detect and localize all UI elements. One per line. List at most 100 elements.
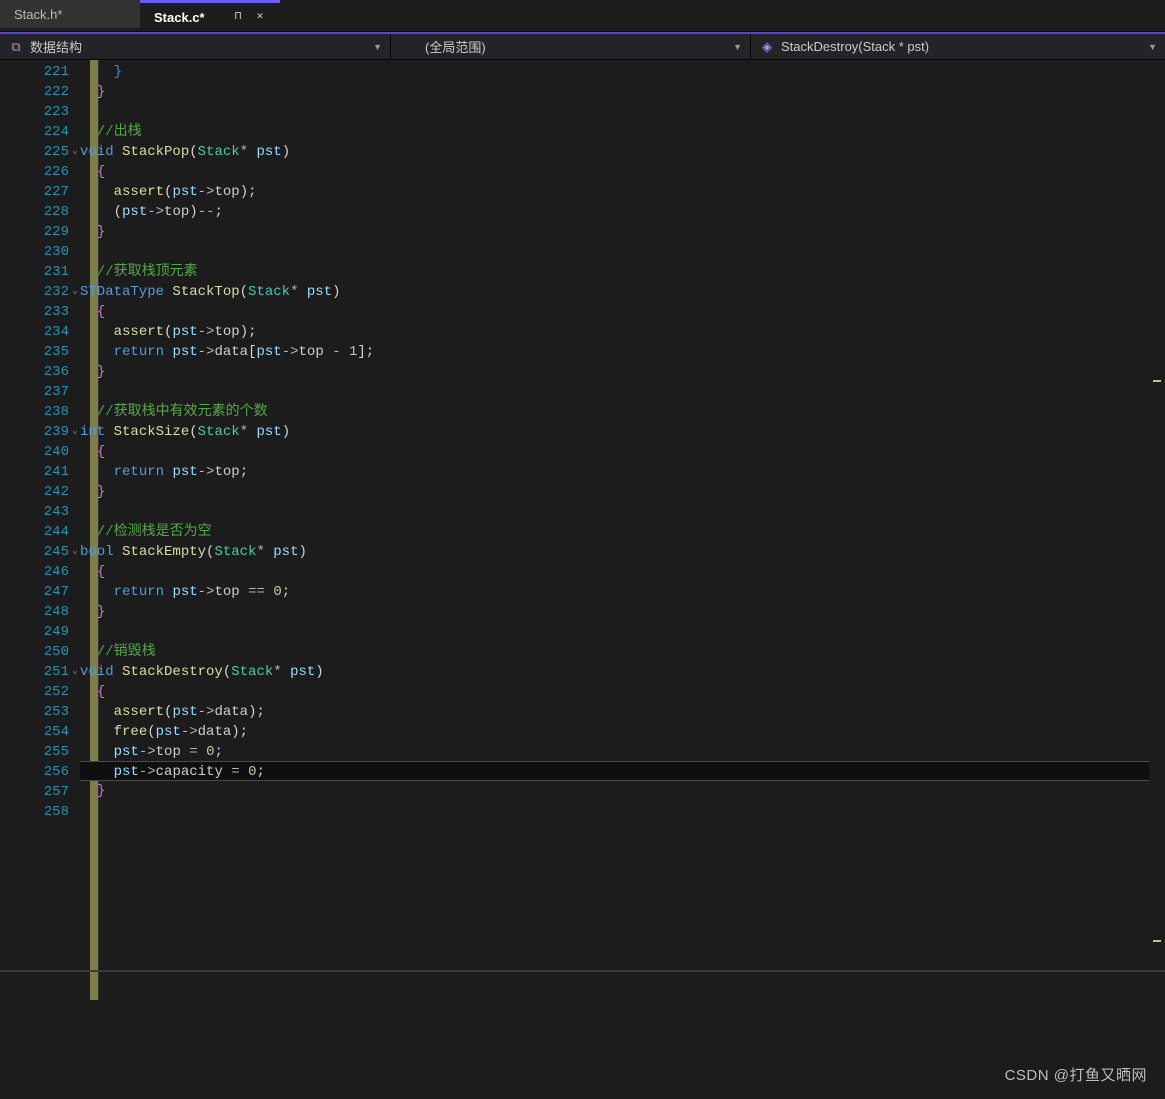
code-line[interactable]: //出栈 [80,122,1165,142]
line-number: 248 [0,602,69,622]
editor-border [0,970,1165,972]
line-number: 233 [0,302,69,322]
code-line[interactable]: } [80,62,1165,82]
chevron-down-icon: ▼ [373,42,382,52]
line-number: 232 [0,282,69,302]
line-number: 240 [0,442,69,462]
code-line[interactable]: } [80,781,1165,801]
code-line[interactable] [80,502,1165,522]
code-line[interactable]: //销毁栈 [80,642,1165,662]
line-number-gutter: 2212222232242252262272282292302312322332… [0,60,80,1000]
code-line[interactable]: //获取栈顶元素 [80,262,1165,282]
line-number: 243 [0,502,69,522]
tab-title: Stack.c* [154,10,222,25]
code-line[interactable]: pst->capacity = 0; [80,761,1165,781]
line-number: 225 [0,142,69,162]
line-number: 234 [0,322,69,342]
scrollbar-overview[interactable] [1149,60,1165,1000]
symbol-combo[interactable]: ◈ StackDestroy(Stack * pst) ▼ [750,34,1165,59]
code-line[interactable]: } [80,602,1165,622]
close-icon[interactable]: ✕ [254,11,266,23]
chevron-down-icon: ▼ [1148,42,1157,52]
cube-icon: ◈ [759,39,775,55]
line-number: 253 [0,702,69,722]
symbol-label: StackDestroy(Stack * pst) [781,39,1142,54]
code-line[interactable]: ⌄void StackPop(Stack* pst) [80,142,1165,162]
line-number: 228 [0,202,69,222]
scope-label: (全局范围) [399,37,727,56]
project-combo[interactable]: ⧉ 数据结构 ▼ [0,34,390,59]
fold-toggle-icon[interactable]: ⌄ [70,422,80,442]
fold-toggle-icon[interactable]: ⌄ [70,282,80,302]
line-number: 258 [0,802,69,822]
code-line[interactable] [80,622,1165,642]
scope-combo[interactable]: (全局范围) ▼ [390,34,750,59]
fold-toggle-icon[interactable]: ⌄ [70,142,80,162]
code-editor[interactable]: 2212222232242252262272282292302312322332… [0,60,1165,1000]
tab-stack-c[interactable]: Stack.c* ⊓ ✕ [140,0,280,31]
code-line[interactable]: (pst->top)--; [80,202,1165,222]
pin-icon[interactable]: ⊓ [232,11,244,23]
code-line[interactable]: return pst->data[pst->top - 1]; [80,342,1165,362]
line-number: 245 [0,542,69,562]
line-number: 255 [0,742,69,762]
code-line[interactable]: } [80,482,1165,502]
code-line[interactable]: return pst->top; [80,462,1165,482]
line-number: 235 [0,342,69,362]
chevron-down-icon: ▼ [733,42,742,52]
code-line[interactable]: { [80,162,1165,182]
line-number: 226 [0,162,69,182]
code-line[interactable]: assert(pst->top); [80,322,1165,342]
fold-toggle-icon[interactable]: ⌄ [70,542,80,562]
code-line[interactable]: assert(pst->top); [80,182,1165,202]
line-number: 230 [0,242,69,262]
code-area[interactable]: } } //出栈⌄void StackPop(Stack* pst) { ass… [80,60,1165,1000]
code-line[interactable]: } [80,82,1165,102]
line-number: 221 [0,62,69,82]
project-label: 数据结构 [30,37,367,56]
code-line[interactable] [80,102,1165,122]
tab-stack-h[interactable]: Stack.h* [0,0,140,31]
watermark: CSDN @打鱼又晒网 [1005,1064,1147,1085]
code-line[interactable]: ⌄STDataType StackTop(Stack* pst) [80,282,1165,302]
code-line[interactable] [80,801,1165,821]
code-line[interactable] [80,382,1165,402]
code-line[interactable]: //获取栈中有效元素的个数 [80,402,1165,422]
code-line[interactable]: { [80,682,1165,702]
code-line[interactable]: free(pst->data); [80,722,1165,742]
tab-bar: Stack.h* Stack.c* ⊓ ✕ [0,0,1165,32]
line-number: 241 [0,462,69,482]
code-line[interactable]: ⌄void StackDestroy(Stack* pst) [80,662,1165,682]
code-line[interactable]: } [80,362,1165,382]
code-line[interactable]: //检测栈是否为空 [80,522,1165,542]
code-line[interactable]: ⌄bool StackEmpty(Stack* pst) [80,542,1165,562]
code-line[interactable]: pst->top = 0; [80,742,1165,762]
line-number: 229 [0,222,69,242]
line-number: 238 [0,402,69,422]
project-icon: ⧉ [8,39,24,55]
code-line[interactable]: return pst->top == 0; [80,582,1165,602]
line-number: 242 [0,482,69,502]
line-number: 231 [0,262,69,282]
line-number: 222 [0,82,69,102]
line-number: 244 [0,522,69,542]
line-number: 224 [0,122,69,142]
code-line[interactable]: assert(pst->data); [80,702,1165,722]
fold-toggle-icon[interactable]: ⌄ [70,662,80,682]
line-number: 251 [0,662,69,682]
code-line[interactable]: ⌄int StackSize(Stack* pst) [80,422,1165,442]
code-line[interactable]: } [80,222,1165,242]
context-toolbar: ⧉ 数据结构 ▼ (全局范围) ▼ ◈ StackDestroy(Stack *… [0,32,1165,60]
code-line[interactable] [80,242,1165,262]
line-number: 239 [0,422,69,442]
code-line[interactable]: { [80,562,1165,582]
line-number: 256 [0,762,69,782]
line-number: 246 [0,562,69,582]
tab-title: Stack.h* [14,7,126,22]
code-line[interactable]: { [80,442,1165,462]
line-number: 257 [0,782,69,802]
line-number: 236 [0,362,69,382]
line-number: 223 [0,102,69,122]
code-line[interactable]: { [80,302,1165,322]
line-number: 254 [0,722,69,742]
